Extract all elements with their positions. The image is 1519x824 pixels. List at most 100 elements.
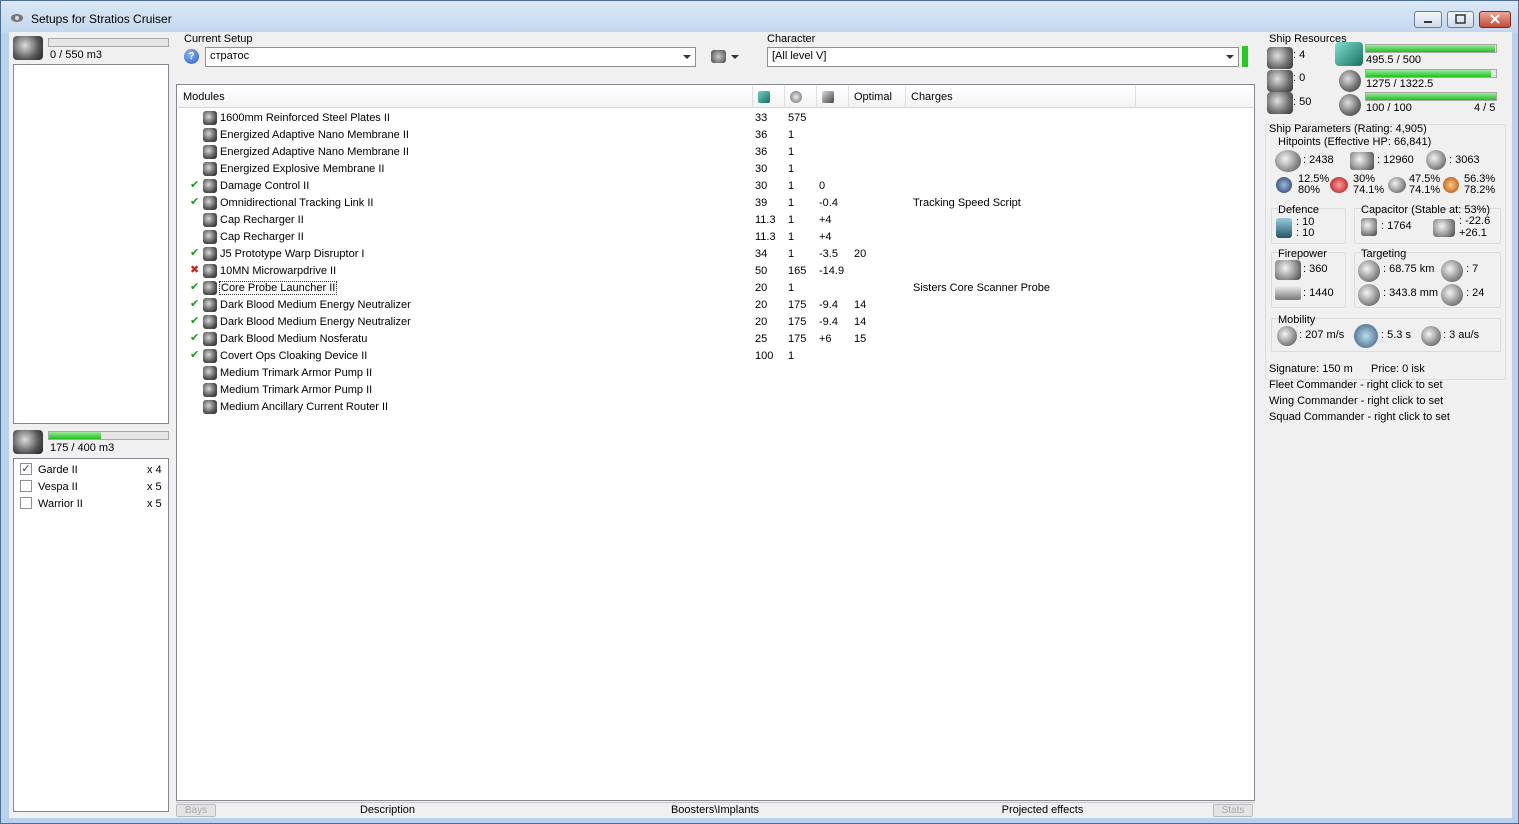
module-optimal: 14 (854, 316, 867, 328)
module-pg: 165 (788, 265, 807, 277)
col-header-modules[interactable]: Modules (178, 86, 753, 108)
modules-grid-header: Modules Optimal Charges (178, 86, 1253, 108)
module-icon (203, 145, 217, 159)
module-row[interactable]: ✔ Core Probe Launcher II 20 1 Sisters Core S… (178, 280, 1253, 297)
module-name: Medium Trimark Armor Pump II (220, 384, 373, 396)
drone-checkbox[interactable]: ✓ (20, 463, 32, 475)
modules-grid[interactable]: Modules Optimal Charges 1600mm Reinforce… (176, 84, 1255, 801)
module-name: Core Probe Launcher II (218, 281, 338, 295)
col-header-capacitor[interactable] (817, 86, 849, 108)
col-header-powergrid[interactable] (785, 86, 817, 108)
module-row[interactable]: ✔ Omnidirectional Tracking Link II 39 1 -0.4… (178, 195, 1253, 212)
col-header-charges[interactable]: Charges (906, 86, 1136, 108)
client-area: 0 / 550 m3 175 / 400 m3 ✓ Garde II x 4 V… (9, 32, 1512, 818)
module-icon (203, 179, 217, 193)
module-cap: +4 (819, 231, 832, 243)
module-row[interactable]: Medium Ancillary Current Router II (178, 399, 1253, 416)
fleet-commander-text[interactable]: Fleet Commander - right click to set (1269, 379, 1443, 391)
module-row[interactable]: ✔ J5 Prototype Warp Disruptor I 34 1 -3.5 20 (178, 246, 1253, 263)
module-icon (203, 128, 217, 142)
module-cap: -9.4 (819, 316, 838, 328)
module-name: Dark Blood Medium Nosferatu (220, 333, 368, 345)
module-row[interactable]: Medium Trimark Armor Pump II (178, 365, 1253, 382)
tab-stats[interactable]: Stats (1213, 804, 1253, 817)
module-pg: 1 (788, 282, 795, 294)
cargo-list[interactable] (13, 64, 169, 424)
drone-row[interactable]: ✓ Garde II x 4 (16, 461, 166, 478)
drone-row[interactable]: Warrior II x 5 (16, 495, 166, 512)
drone-checkbox[interactable] (20, 480, 32, 492)
module-row[interactable]: Medium Trimark Armor Pump II (178, 382, 1253, 399)
module-pg: 575 (788, 112, 807, 124)
module-row[interactable]: ✔ Covert Ops Cloaking Device II 100 1 (178, 348, 1253, 365)
character-combo[interactable]: [All level V] (767, 47, 1239, 67)
module-icon (203, 400, 217, 414)
capacitor-icon (1361, 218, 1377, 236)
drone-list: ✓ Garde II x 4 Vespa II x 5 Warrior II x… (13, 458, 169, 812)
module-row[interactable]: 1600mm Reinforced Steel Plates II 33 575 (178, 110, 1253, 127)
module-row[interactable]: Cap Recharger II 11.3 1 +4 (178, 229, 1253, 246)
chevron-down-icon (1226, 55, 1234, 59)
module-name: Omnidirectional Tracking Link II (220, 197, 374, 209)
check-icon: ✔ (190, 315, 200, 327)
tab-projected-effects[interactable]: Projected effects (875, 804, 1210, 817)
ship-menu-button[interactable] (709, 48, 745, 66)
module-cpu: 30 (755, 180, 768, 192)
status-cell (190, 384, 200, 394)
powergrid-icon (790, 91, 802, 103)
module-icon (203, 162, 217, 176)
col-header-extra[interactable] (1136, 86, 1256, 108)
check-icon: ✔ (190, 179, 200, 191)
drone-bandwidth-icon (1339, 94, 1361, 116)
module-cap: -14.9 (819, 265, 845, 277)
title-bar[interactable]: Setups for Stratios Cruiser (1, 1, 1518, 33)
cpu-bar (1365, 44, 1497, 53)
structure-icon (1426, 150, 1446, 170)
module-row[interactable]: ✔ Dark Blood Medium Nosferatu 25 175 +6 15 (178, 331, 1253, 348)
tab-description[interactable]: Description (220, 804, 555, 817)
module-row[interactable]: ✔ Damage Control II 30 1 0 (178, 178, 1253, 195)
squad-commander-text[interactable]: Squad Commander - right click to set (1269, 411, 1450, 423)
module-name: J5 Prototype Warp Disruptor I (220, 248, 365, 260)
module-cpu: 50 (755, 265, 768, 277)
module-row[interactable]: Cap Recharger II 11.3 1 +4 (178, 212, 1253, 229)
maximize-button[interactable] (1447, 11, 1474, 28)
help-icon[interactable]: ? (184, 49, 199, 64)
module-row[interactable]: Energized Adaptive Nano Membrane II 36 1 (178, 144, 1253, 161)
drone-checkbox[interactable] (20, 497, 32, 509)
close-button[interactable] (1479, 11, 1511, 28)
module-row[interactable]: Energized Adaptive Nano Membrane II 36 1 (178, 127, 1253, 144)
module-row[interactable]: Energized Explosive Membrane II 30 1 (178, 161, 1253, 178)
ship-parameters-label: Ship Parameters (Rating: 4,905) (1269, 123, 1427, 135)
shield-icon (1275, 150, 1301, 172)
bottom-tabs: Bays Description Boosters\Implants Proje… (176, 802, 1255, 818)
col-header-cpu[interactable] (753, 86, 785, 108)
module-cpu: 34 (755, 248, 768, 260)
module-name: 1600mm Reinforced Steel Plates II (220, 112, 390, 124)
module-pg: 175 (788, 299, 807, 311)
window-title: Setups for Stratios Cruiser (31, 12, 172, 26)
minimize-button[interactable] (1414, 11, 1442, 28)
cargo-bar (48, 38, 169, 47)
module-row[interactable]: ✔ Dark Blood Medium Energy Neutralizer 20 1… (178, 297, 1253, 314)
module-row[interactable]: ✔ Dark Blood Medium Energy Neutralizer 20 1… (178, 314, 1253, 331)
module-cpu: 11.3 (755, 214, 776, 226)
tab-boosters-implants[interactable]: Boosters\Implants (555, 804, 875, 817)
module-name: Damage Control II (220, 180, 310, 192)
align-time-icon (1354, 324, 1378, 348)
app-icon (10, 12, 24, 24)
setup-combo[interactable]: стратос (205, 47, 696, 67)
drone-row[interactable]: Vespa II x 5 (16, 478, 166, 495)
module-name: Dark Blood Medium Energy Neutralizer (220, 299, 411, 311)
module-row[interactable]: ✖ 10MN Microwarpdrive II 50 165 -14.9 (178, 263, 1253, 280)
module-icon (203, 298, 217, 312)
status-cell (190, 214, 200, 224)
tab-bays[interactable]: Bays (176, 804, 216, 817)
module-cpu: 25 (755, 333, 768, 345)
module-pg: 1 (788, 350, 795, 362)
wing-commander-text[interactable]: Wing Commander - right click to set (1269, 395, 1443, 407)
module-cpu: 11.3 (755, 231, 776, 243)
scan-resolution-icon (1358, 284, 1380, 306)
col-header-optimal[interactable]: Optimal (849, 86, 906, 108)
module-cap: +6 (819, 333, 832, 345)
